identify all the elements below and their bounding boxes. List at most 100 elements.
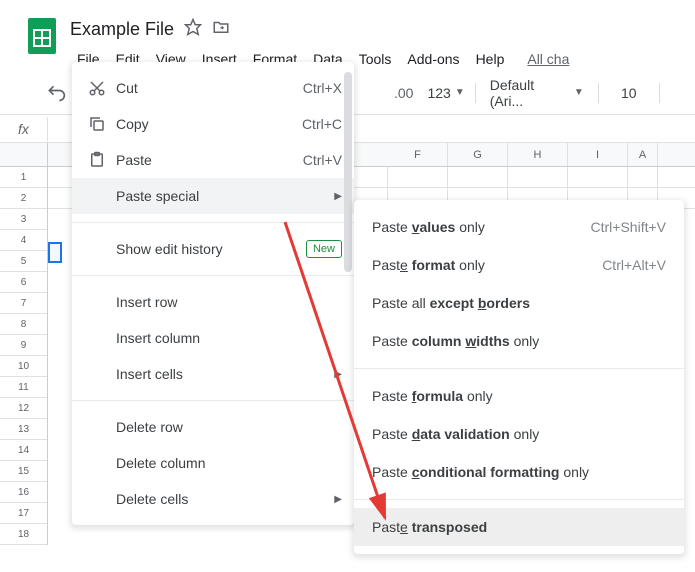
menu-addons[interactable]: Add-ons <box>400 47 466 71</box>
fx-label: fx <box>0 117 48 141</box>
submenu-paste-except-borders[interactable]: Paste all except borders <box>354 284 684 322</box>
menu-delete-column[interactable]: Delete column <box>72 445 354 481</box>
submenu-separator <box>354 368 684 369</box>
menu-separator <box>72 275 354 276</box>
menu-shortcut: Ctrl+C <box>302 116 342 132</box>
menu-help[interactable]: Help <box>469 47 512 71</box>
column-header[interactable]: F <box>388 143 448 166</box>
menu-label: Delete cells <box>116 491 334 507</box>
menu-label: Show edit history <box>116 241 306 257</box>
select-all-corner[interactable] <box>0 143 47 167</box>
paste-special-submenu: Paste values only Ctrl+Shift+V Paste for… <box>354 200 684 554</box>
document-title[interactable]: Example File <box>70 19 174 40</box>
submenu-shortcut: Ctrl+Alt+V <box>602 257 666 273</box>
menu-shortcut: Ctrl+V <box>303 152 342 168</box>
menu-delete-cells[interactable]: Delete cells ▶ <box>72 481 354 517</box>
menu-insert-column[interactable]: Insert column <box>72 320 354 356</box>
menu-label: Paste <box>116 152 303 168</box>
menu-label: Insert cells <box>116 366 334 382</box>
menu-show-edit-history[interactable]: Show edit history New <box>72 231 354 267</box>
menu-label: Insert column <box>116 330 342 346</box>
submenu-paste-transposed[interactable]: Paste transposed <box>354 508 684 546</box>
row-header[interactable]: 18 <box>0 524 47 545</box>
font-family-dropdown[interactable]: Default (Ari...▼ <box>482 77 592 109</box>
column-header[interactable]: G <box>448 143 508 166</box>
row-header[interactable]: 15 <box>0 461 47 482</box>
row-header[interactable]: 14 <box>0 440 47 461</box>
submenu-separator <box>354 499 684 500</box>
row-header[interactable]: 16 <box>0 482 47 503</box>
row-header[interactable]: 9 <box>0 335 47 356</box>
submenu-paste-format-only[interactable]: Paste format only Ctrl+Alt+V <box>354 246 684 284</box>
scrollbar[interactable] <box>344 72 352 272</box>
copy-icon <box>88 115 116 133</box>
row-header[interactable]: 4 <box>0 230 47 251</box>
submenu-paste-formula-only[interactable]: Paste formula only <box>354 377 684 415</box>
toolbar-separator <box>475 83 476 103</box>
row-header[interactable]: 1 <box>0 167 47 188</box>
row-header[interactable]: 17 <box>0 503 47 524</box>
row-header[interactable]: 13 <box>0 419 47 440</box>
submenu-paste-column-widths[interactable]: Paste column widths only <box>354 322 684 360</box>
active-cell-indicator <box>48 242 62 263</box>
menu-insert-row[interactable]: Insert row <box>72 284 354 320</box>
context-menu: Cut Ctrl+X Copy Ctrl+C Paste Ctrl+V Past… <box>72 62 354 525</box>
undo-button[interactable] <box>40 79 72 107</box>
cut-icon <box>88 79 116 97</box>
row-header[interactable]: 2 <box>0 188 47 209</box>
submenu-arrow-icon: ▶ <box>334 191 342 202</box>
submenu-label: Paste column widths only <box>372 333 666 349</box>
menu-copy[interactable]: Copy Ctrl+C <box>72 106 354 142</box>
all-changes-link[interactable]: All cha <box>527 47 569 71</box>
row-header[interactable]: 7 <box>0 293 47 314</box>
menu-label: Insert row <box>116 294 342 310</box>
move-folder-icon[interactable] <box>212 18 230 41</box>
row-header[interactable]: 5 <box>0 251 47 272</box>
column-header[interactable]: A <box>628 143 658 166</box>
number-format-dropdown[interactable]: 123▼ <box>423 83 468 103</box>
menu-separator <box>72 222 354 223</box>
menu-tools[interactable]: Tools <box>352 47 399 71</box>
paste-icon <box>88 151 116 169</box>
submenu-arrow-icon: ▶ <box>334 494 342 505</box>
submenu-label: Paste all except borders <box>372 295 666 311</box>
submenu-paste-data-validation[interactable]: Paste data validation only <box>354 415 684 453</box>
toolbar-separator <box>659 83 660 103</box>
column-header[interactable]: H <box>508 143 568 166</box>
row-header[interactable]: 11 <box>0 377 47 398</box>
menu-label: Delete row <box>116 419 342 435</box>
menu-label: Copy <box>116 116 302 132</box>
column-header[interactable]: I <box>568 143 628 166</box>
row-header[interactable]: 8 <box>0 314 47 335</box>
submenu-label: Paste conditional formatting only <box>372 464 666 480</box>
submenu-label: Paste data validation only <box>372 426 666 442</box>
submenu-paste-conditional-formatting[interactable]: Paste conditional formatting only <box>354 453 684 491</box>
menu-cut[interactable]: Cut Ctrl+X <box>72 70 354 106</box>
menu-label: Delete column <box>116 455 342 471</box>
font-size-dropdown[interactable]: 10 <box>605 83 653 103</box>
submenu-label: Paste values only <box>372 219 591 235</box>
menu-insert-cells[interactable]: Insert cells ▶ <box>72 356 354 392</box>
menu-label: Paste special <box>116 188 334 204</box>
new-badge: New <box>306 240 342 258</box>
menu-separator <box>72 400 354 401</box>
menu-shortcut: Ctrl+X <box>303 80 342 96</box>
submenu-label: Paste format only <box>372 257 602 273</box>
menu-paste-special[interactable]: Paste special ▶ <box>72 178 354 214</box>
submenu-shortcut: Ctrl+Shift+V <box>591 219 666 235</box>
star-icon[interactable] <box>184 18 202 41</box>
row-header[interactable]: 10 <box>0 356 47 377</box>
row-header[interactable]: 6 <box>0 272 47 293</box>
submenu-label: Paste transposed <box>372 519 666 535</box>
menu-delete-row[interactable]: Delete row <box>72 409 354 445</box>
menu-label: Cut <box>116 80 303 96</box>
row-header[interactable]: 12 <box>0 398 47 419</box>
row-header[interactable]: 3 <box>0 209 47 230</box>
submenu-label: Paste formula only <box>372 388 666 404</box>
menu-paste[interactable]: Paste Ctrl+V <box>72 142 354 178</box>
submenu-arrow-icon: ▶ <box>334 369 342 380</box>
decrease-decimal-button[interactable]: .00 <box>386 81 421 105</box>
toolbar-separator <box>598 83 599 103</box>
sheets-logo[interactable] <box>22 16 62 56</box>
submenu-paste-values-only[interactable]: Paste values only Ctrl+Shift+V <box>354 208 684 246</box>
